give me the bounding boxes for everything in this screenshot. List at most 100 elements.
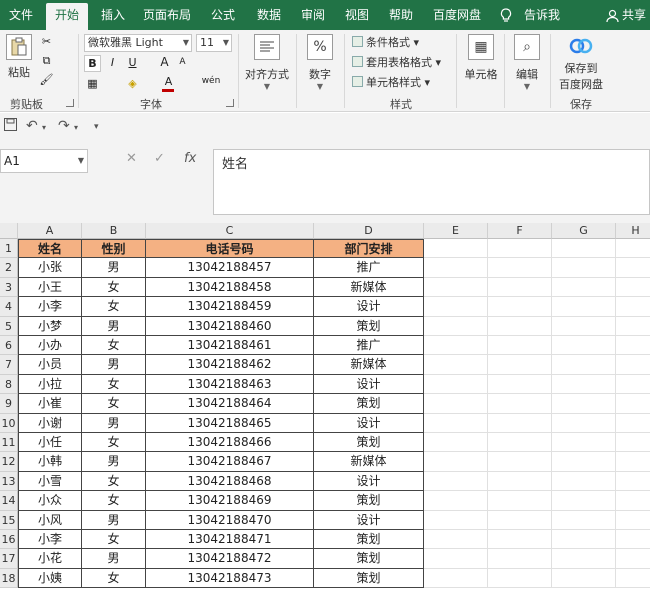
table-cell[interactable]: 小张 bbox=[18, 258, 82, 278]
empty-cell[interactable] bbox=[424, 297, 488, 317]
empty-cell[interactable] bbox=[488, 316, 552, 336]
empty-cell[interactable] bbox=[552, 394, 616, 414]
copy-icon[interactable]: ⧉ bbox=[38, 53, 55, 70]
table-cell[interactable]: 13042188458 bbox=[146, 277, 314, 298]
table-cell[interactable]: 推广 bbox=[314, 258, 424, 278]
clipboard-launcher-icon[interactable] bbox=[66, 99, 74, 107]
table-cell[interactable]: 女 bbox=[82, 568, 146, 589]
empty-cell[interactable] bbox=[488, 374, 552, 395]
empty-cell[interactable] bbox=[488, 277, 552, 298]
tab-insert[interactable]: 插入 bbox=[96, 0, 130, 30]
chevron-down-icon[interactable]: ▾ bbox=[42, 123, 46, 132]
table-cell[interactable]: 小崔 bbox=[18, 394, 82, 414]
empty-cell[interactable] bbox=[552, 374, 616, 395]
shrink-font-button[interactable]: A bbox=[174, 55, 191, 72]
number-format-button[interactable]: % 数字 ▼ bbox=[302, 34, 338, 91]
empty-cell[interactable] bbox=[552, 491, 616, 511]
empty-cell[interactable] bbox=[424, 336, 488, 356]
table-cell[interactable]: 小谢 bbox=[18, 413, 82, 433]
table-cell[interactable]: 小梦 bbox=[18, 316, 82, 336]
table-cell[interactable]: 新媒体 bbox=[314, 355, 424, 375]
empty-cell[interactable] bbox=[488, 530, 552, 550]
empty-cell[interactable] bbox=[552, 452, 616, 472]
column-header-e[interactable]: E bbox=[424, 223, 488, 239]
table-cell[interactable]: 女 bbox=[82, 530, 146, 550]
table-cell[interactable]: 13042188461 bbox=[146, 336, 314, 356]
row-header-2[interactable]: 2 bbox=[0, 258, 18, 278]
table-cell[interactable]: 设计 bbox=[314, 297, 424, 317]
worksheet-grid[interactable]: A B C D E F G H 1 姓名 性别 电话号码 部门安排 2 小张男 13042188457 推广 3 小… bbox=[0, 223, 650, 591]
table-header-cell[interactable]: 性别 bbox=[82, 239, 146, 259]
tell-me-search[interactable]: 告诉我 bbox=[522, 0, 562, 30]
save-icon[interactable] bbox=[4, 118, 17, 135]
table-cell[interactable]: 13042188467 bbox=[146, 452, 314, 472]
table-cell[interactable]: 女 bbox=[82, 491, 146, 511]
tab-view[interactable]: 视图 bbox=[340, 0, 374, 30]
table-cell[interactable]: 13042188464 bbox=[146, 394, 314, 414]
table-cell[interactable]: 13042188468 bbox=[146, 471, 314, 492]
name-box[interactable]: A1 ▼ bbox=[0, 149, 88, 173]
italic-button[interactable]: I bbox=[104, 55, 121, 72]
empty-cell[interactable] bbox=[552, 258, 616, 278]
empty-cell[interactable] bbox=[424, 258, 488, 278]
table-cell[interactable]: 策划 bbox=[314, 568, 424, 589]
table-cell[interactable]: 13042188471 bbox=[146, 530, 314, 550]
empty-cell[interactable] bbox=[488, 471, 552, 492]
table-cell[interactable]: 13042188469 bbox=[146, 491, 314, 511]
empty-cell[interactable] bbox=[488, 297, 552, 317]
empty-cell[interactable] bbox=[424, 374, 488, 395]
row-header-13[interactable]: 13 bbox=[0, 471, 18, 492]
table-cell[interactable]: 13042188460 bbox=[146, 316, 314, 336]
editing-button[interactable]: ⌕ 编辑 ▼ bbox=[510, 34, 544, 91]
empty-cell[interactable] bbox=[488, 491, 552, 511]
table-cell[interactable]: 小办 bbox=[18, 336, 82, 356]
empty-cell[interactable] bbox=[424, 471, 488, 492]
font-name-combo[interactable]: 微软雅黑 Light ▼ bbox=[84, 34, 192, 52]
empty-cell[interactable] bbox=[616, 394, 650, 414]
row-header-7[interactable]: 7 bbox=[0, 355, 18, 375]
table-cell[interactable]: 小李 bbox=[18, 530, 82, 550]
table-cell[interactable]: 女 bbox=[82, 336, 146, 356]
table-cell[interactable]: 男 bbox=[82, 452, 146, 472]
empty-cell[interactable] bbox=[552, 510, 616, 530]
column-header-a[interactable]: A bbox=[18, 223, 82, 239]
alignment-button[interactable]: 对齐方式 ▼ bbox=[244, 34, 290, 91]
empty-cell[interactable] bbox=[552, 530, 616, 550]
empty-cell[interactable] bbox=[424, 355, 488, 375]
empty-cell[interactable] bbox=[616, 355, 650, 375]
chevron-down-icon[interactable]: ▾ bbox=[74, 123, 78, 132]
format-as-table-button[interactable]: 套用表格格式 ▾ bbox=[352, 54, 441, 70]
empty-cell[interactable] bbox=[552, 277, 616, 298]
row-header-14[interactable]: 14 bbox=[0, 491, 18, 511]
table-cell[interactable]: 女 bbox=[82, 471, 146, 492]
table-cell[interactable]: 男 bbox=[82, 549, 146, 569]
empty-cell[interactable] bbox=[488, 549, 552, 569]
column-header-f[interactable]: F bbox=[488, 223, 552, 239]
row-header-3[interactable]: 3 bbox=[0, 277, 18, 298]
empty-cell[interactable] bbox=[616, 239, 650, 259]
cell-styles-button[interactable]: 单元格样式 ▾ bbox=[352, 74, 430, 90]
table-cell[interactable]: 设计 bbox=[314, 510, 424, 530]
empty-cell[interactable] bbox=[488, 258, 552, 278]
table-cell[interactable]: 小员 bbox=[18, 355, 82, 375]
table-cell[interactable]: 策划 bbox=[314, 316, 424, 336]
row-header-17[interactable]: 17 bbox=[0, 549, 18, 569]
table-cell[interactable]: 小花 bbox=[18, 549, 82, 569]
empty-cell[interactable] bbox=[488, 433, 552, 453]
font-launcher-icon[interactable] bbox=[226, 99, 234, 107]
empty-cell[interactable] bbox=[616, 491, 650, 511]
cut-icon[interactable]: ✂ bbox=[38, 34, 55, 51]
conditional-format-button[interactable]: 条件格式 ▾ bbox=[352, 34, 419, 50]
empty-cell[interactable] bbox=[552, 297, 616, 317]
empty-cell[interactable] bbox=[552, 433, 616, 453]
empty-cell[interactable] bbox=[488, 394, 552, 414]
table-cell[interactable]: 女 bbox=[82, 297, 146, 317]
table-cell[interactable]: 13042188465 bbox=[146, 413, 314, 433]
empty-cell[interactable] bbox=[616, 549, 650, 569]
table-cell[interactable]: 新媒体 bbox=[314, 277, 424, 298]
empty-cell[interactable] bbox=[424, 491, 488, 511]
table-cell[interactable]: 策划 bbox=[314, 394, 424, 414]
tab-data[interactable]: 数据 bbox=[252, 0, 286, 30]
table-cell[interactable]: 男 bbox=[82, 510, 146, 530]
table-header-cell[interactable]: 姓名 bbox=[18, 239, 82, 259]
